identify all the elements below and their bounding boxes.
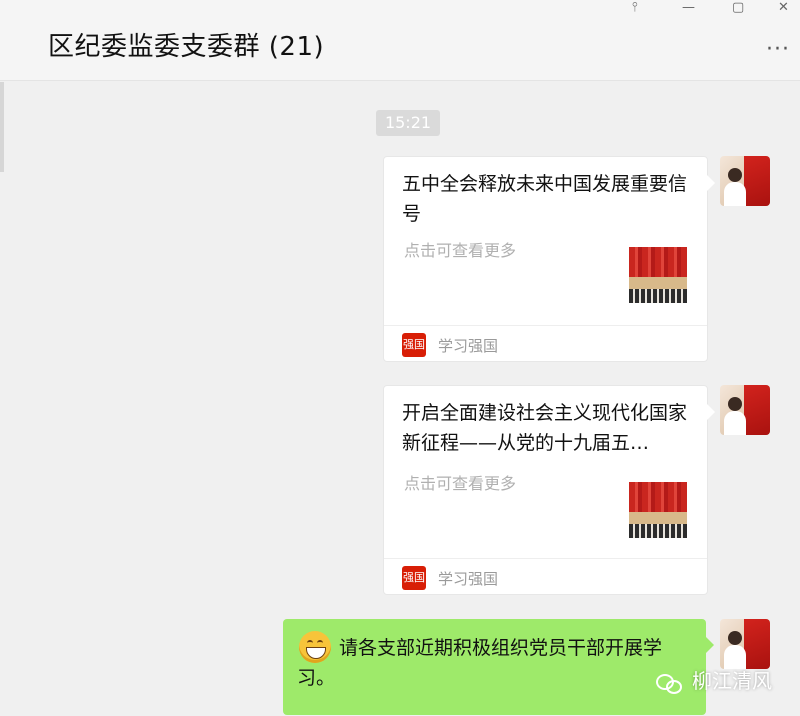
- article-title: 开启全面建设社会主义现代化国家新征程——从党的十九届五…: [402, 402, 688, 454]
- more-options-icon[interactable]: ···: [766, 39, 790, 61]
- xuexi-qiangguo-logo-icon: 强国: [402, 333, 426, 357]
- sender-avatar[interactable]: [720, 619, 770, 669]
- title-bar: 区纪委监委支委群 (21) ⫯ — ▢ ✕ ···: [0, 0, 800, 81]
- text-message-bubble[interactable]: 请各支部近期积极组织党员干部开展学习。: [283, 619, 714, 715]
- maximize-button[interactable]: ▢: [732, 0, 744, 16]
- pin-icon[interactable]: ⫯: [632, 0, 638, 16]
- article-thumbnail: [629, 247, 687, 303]
- article-thumbnail: [629, 482, 687, 538]
- article-title: 五中全会释放未来中国发展重要信号: [402, 173, 688, 225]
- article-description: 点击可查看更多: [404, 241, 517, 260]
- divider: [384, 325, 707, 326]
- message-text: 请各支部近期积极组织党员干部开展学习。: [297, 637, 663, 689]
- xuexi-qiangguo-logo-icon: 强国: [402, 566, 426, 590]
- article-card[interactable]: 开启全面建设社会主义现代化国家新征程——从党的十九届五… 点击可查看更多 强国 …: [383, 385, 715, 595]
- sender-avatar[interactable]: [720, 385, 770, 435]
- watermark-text: 柳江清风: [692, 669, 772, 693]
- scrollbar[interactable]: [0, 82, 4, 172]
- article-description: 点击可查看更多: [404, 474, 517, 493]
- watermark: 柳江清风: [656, 666, 772, 696]
- close-button[interactable]: ✕: [778, 0, 789, 16]
- chat-title: 区纪委监委支委群 (21): [48, 32, 325, 62]
- minimize-button[interactable]: —: [682, 0, 695, 16]
- divider: [384, 558, 707, 559]
- message-timestamp: 15:21: [376, 110, 440, 136]
- sender-avatar[interactable]: [720, 156, 770, 206]
- wechat-icon: [656, 672, 684, 694]
- article-source: 学习强国: [438, 570, 499, 588]
- article-card[interactable]: 五中全会释放未来中国发展重要信号 点击可查看更多 强国 学习强国: [383, 156, 715, 362]
- article-source: 学习强国: [438, 337, 499, 355]
